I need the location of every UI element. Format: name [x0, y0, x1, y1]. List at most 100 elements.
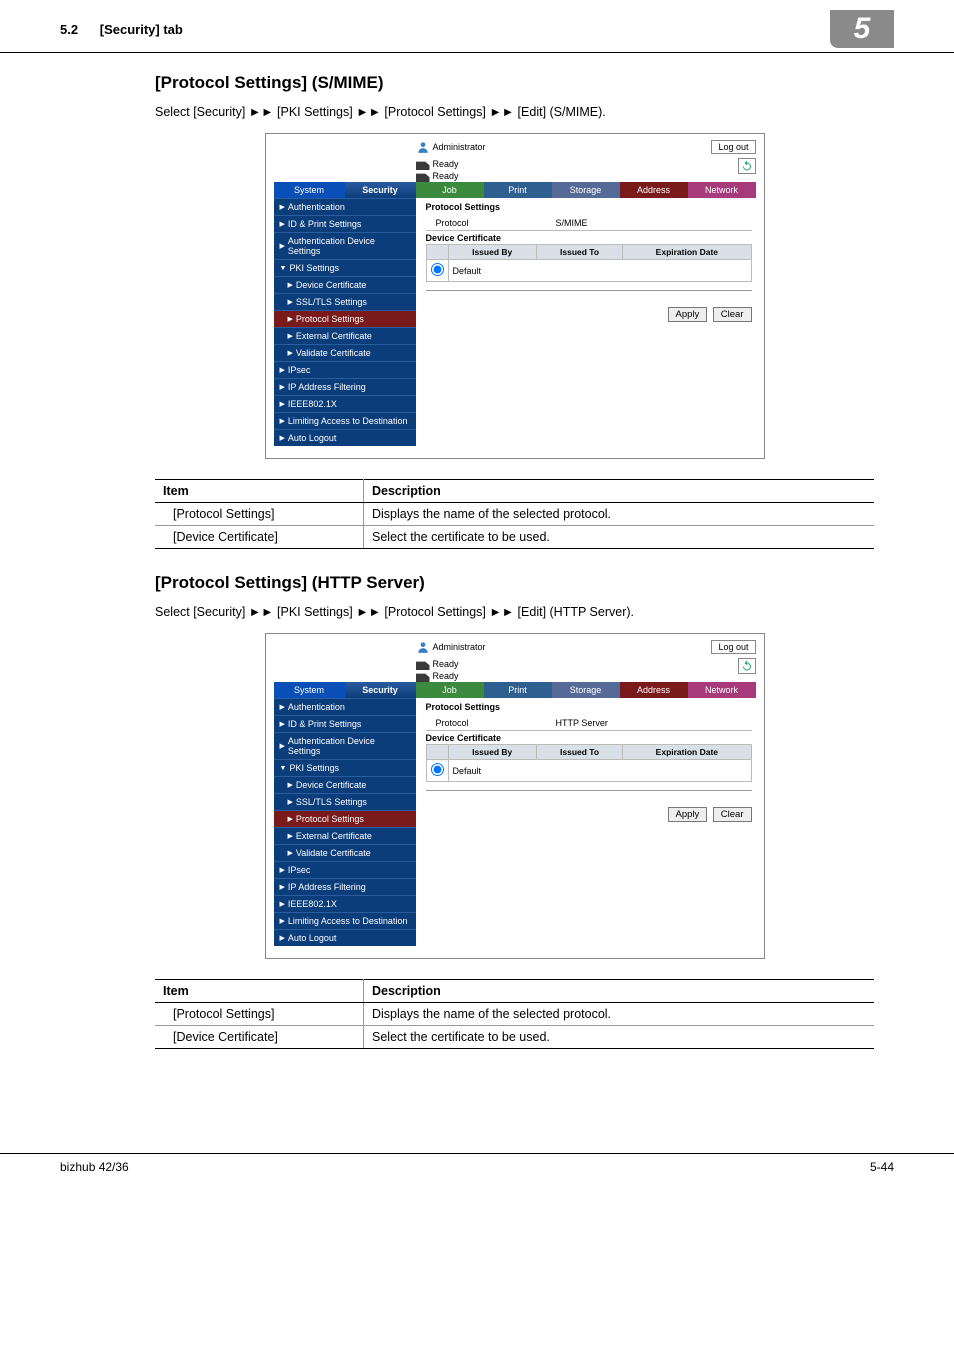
http-desc-table: Item Description [Protocol Settings] Dis… — [155, 979, 874, 1049]
smime-heading: [Protocol Settings] (S/MIME) — [155, 73, 874, 93]
tab-print[interactable]: Print — [484, 682, 552, 698]
td-item: [Device Certificate] — [155, 1026, 364, 1049]
section-num: 5.2 — [60, 22, 78, 37]
logout-button[interactable]: Log out — [711, 640, 755, 654]
main-panel: Job Print Storage Address Network Protoc… — [416, 182, 756, 446]
sidebar-item[interactable]: ▶IP Address Filtering — [274, 878, 416, 895]
cert-radio[interactable] — [431, 263, 444, 276]
tab-job[interactable]: Job — [416, 182, 484, 198]
protocol-value: S/MIME — [556, 218, 588, 228]
sidebar-item[interactable]: ▶Validate Certificate — [274, 344, 416, 361]
td-item: [Protocol Settings] — [155, 1003, 364, 1026]
sidebar-item-label: Validate Certificate — [296, 348, 371, 358]
sidebar-item[interactable]: ▶IPsec — [274, 861, 416, 878]
protocol-settings-title: Protocol Settings — [426, 202, 752, 212]
user-icon — [416, 140, 430, 154]
sidebar-item[interactable]: ▼PKI Settings — [274, 259, 416, 276]
refresh-button[interactable] — [738, 658, 756, 674]
table-row: Default — [426, 260, 751, 282]
tab-storage[interactable]: Storage — [552, 182, 620, 198]
sidebar-item[interactable]: ▶Limiting Access to Destination — [274, 412, 416, 429]
apply-button[interactable]: Apply — [668, 807, 708, 822]
sidebar-item[interactable]: ▶Protocol Settings — [274, 810, 416, 827]
chevron-right-icon: ▶ — [288, 298, 293, 306]
sidebar-item[interactable]: ▶Auto Logout — [274, 929, 416, 946]
ss-body: System Security ▶Authentication▶ID & Pri… — [266, 682, 764, 958]
sidebar-item-label: Limiting Access to Destination — [288, 416, 408, 426]
tab-job[interactable]: Job — [416, 682, 484, 698]
chevron-right-icon: ▶ — [280, 366, 285, 374]
sidebar-item[interactable]: ▶External Certificate — [274, 827, 416, 844]
http-breadcrumb: Select [Security] ►► [PKI Settings] ►► [… — [155, 605, 874, 619]
chevron-right-icon: ▶ — [288, 281, 293, 289]
section-title: [Security] tab — [100, 22, 183, 37]
clear-button[interactable]: Clear — [713, 807, 752, 822]
chevron-right-icon: ▶ — [280, 434, 285, 442]
sidebar-item[interactable]: ▶Authentication Device Settings — [274, 732, 416, 759]
chevron-right-icon: ▶ — [280, 383, 285, 391]
chevron-right-icon: ▶ — [280, 417, 285, 425]
sidebar-item[interactable]: ▶SSL/TLS Settings — [274, 793, 416, 810]
cert-name: Default — [448, 260, 751, 282]
cert-radio[interactable] — [431, 763, 444, 776]
tab-address[interactable]: Address — [620, 182, 688, 198]
sidebar-item[interactable]: ▶External Certificate — [274, 327, 416, 344]
tab-network[interactable]: Network — [688, 682, 756, 698]
refresh-button[interactable] — [738, 158, 756, 174]
sidebar-item[interactable]: ▶Authentication Device Settings — [274, 232, 416, 259]
sidebar-item[interactable]: ▶Device Certificate — [274, 776, 416, 793]
tab-network[interactable]: Network — [688, 182, 756, 198]
tab-storage[interactable]: Storage — [552, 682, 620, 698]
chevron-right-icon: ▶ — [288, 815, 293, 823]
sidebar-item[interactable]: ▶Protocol Settings — [274, 310, 416, 327]
status-stack: Ready Ready — [416, 158, 459, 182]
actions: Apply Clear — [426, 790, 752, 822]
clear-button[interactable]: Clear — [713, 307, 752, 322]
printer-icon — [416, 658, 430, 670]
sidebar-item-label: Authentication Device Settings — [288, 736, 410, 756]
sidebar-item[interactable]: ▶IP Address Filtering — [274, 378, 416, 395]
th-desc: Description — [364, 480, 875, 503]
logout-button[interactable]: Log out — [711, 140, 755, 154]
apply-button[interactable]: Apply — [668, 307, 708, 322]
tab-print[interactable]: Print — [484, 182, 552, 198]
col-radio — [426, 745, 448, 760]
sidebar-item[interactable]: ▼PKI Settings — [274, 759, 416, 776]
sidebar-item[interactable]: ▶Device Certificate — [274, 276, 416, 293]
protocol-label: Protocol — [426, 218, 556, 228]
col-issued-by: Issued By — [448, 245, 536, 260]
sidebar-item[interactable]: ▶Validate Certificate — [274, 844, 416, 861]
col-issued-by: Issued By — [448, 745, 536, 760]
chevron-right-icon: ▶ — [280, 866, 285, 874]
sidebar-item[interactable]: ▶Authentication — [274, 698, 416, 715]
sidebar-item[interactable]: ▶Authentication — [274, 198, 416, 215]
sidebar-item-label: SSL/TLS Settings — [296, 297, 367, 307]
sidebar-item[interactable]: ▶Auto Logout — [274, 429, 416, 446]
sidebar-item[interactable]: ▶ID & Print Settings — [274, 715, 416, 732]
admin-text: Administrator — [433, 142, 486, 152]
status-row: Ready Ready — [266, 656, 764, 682]
sidebar-item-label: PKI Settings — [289, 263, 339, 273]
sidebar-item[interactable]: ▶IEEE802.1X — [274, 895, 416, 912]
sidebar-item-label: IEEE802.1X — [288, 899, 337, 909]
section-label: 5.2 [Security] tab — [60, 22, 183, 37]
tab-security[interactable]: Security — [345, 682, 416, 698]
sidebar-item[interactable]: ▶ID & Print Settings — [274, 215, 416, 232]
chevron-right-icon: ▶ — [288, 798, 293, 806]
ready-line-1: Ready — [416, 658, 459, 670]
sidebar-item[interactable]: ▶Limiting Access to Destination — [274, 912, 416, 929]
tab-system[interactable]: System — [274, 682, 345, 698]
ready-line-2: Ready — [416, 170, 459, 182]
tab-address[interactable]: Address — [620, 682, 688, 698]
sidebar-item-label: Auto Logout — [288, 933, 337, 943]
sidebar-item-label: Authentication Device Settings — [288, 236, 410, 256]
footer-product: bizhub 42/36 — [60, 1160, 129, 1174]
tab-security[interactable]: Security — [345, 182, 416, 198]
sidebar-item[interactable]: ▶IPsec — [274, 361, 416, 378]
cert-name: Default — [448, 760, 751, 782]
sidebar-item[interactable]: ▶IEEE802.1X — [274, 395, 416, 412]
sidebar-item-label: Auto Logout — [288, 433, 337, 443]
sidebar-items: ▶Authentication▶ID & Print Settings▶Auth… — [274, 698, 416, 946]
tab-system[interactable]: System — [274, 182, 345, 198]
sidebar-item[interactable]: ▶SSL/TLS Settings — [274, 293, 416, 310]
